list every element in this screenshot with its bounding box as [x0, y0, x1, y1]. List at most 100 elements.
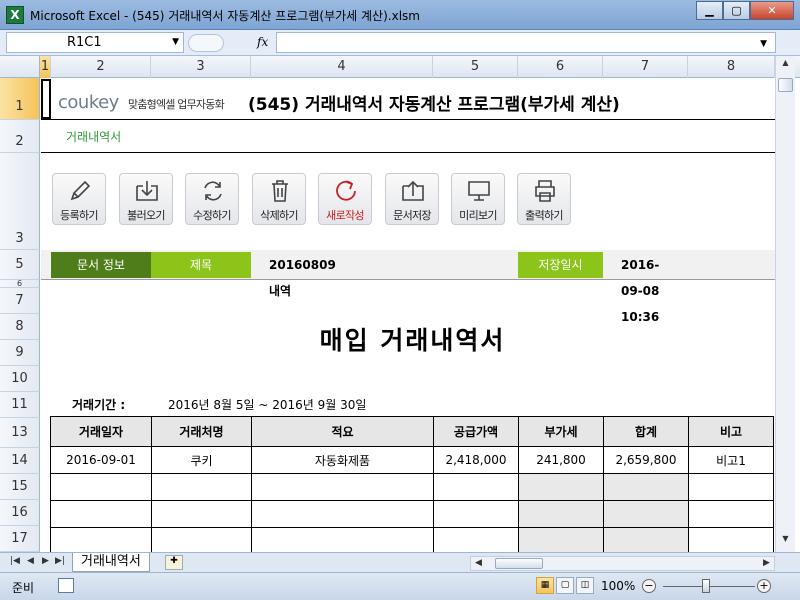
cell[interactable]: [433, 527, 519, 555]
zoom-out-button[interactable]: −: [642, 579, 656, 593]
delete-button[interactable]: 삭제하기: [252, 173, 306, 225]
insert-sheet-icon[interactable]: ✚: [165, 555, 183, 570]
page-break-view-icon[interactable]: ◫: [576, 577, 594, 594]
monitor-icon: [468, 181, 490, 201]
row-header[interactable]: 16: [0, 500, 40, 526]
column-header[interactable]: 5: [433, 56, 518, 78]
formula-input[interactable]: ▼: [276, 32, 776, 53]
row-header[interactable]: 6: [0, 280, 40, 288]
new-button[interactable]: 새로작성: [318, 173, 372, 225]
cell[interactable]: [50, 500, 152, 528]
active-cell[interactable]: [41, 79, 51, 119]
cell[interactable]: [603, 473, 689, 501]
cell[interactable]: [151, 473, 252, 501]
row-header[interactable]: 15: [0, 474, 40, 500]
cell[interactable]: [151, 500, 252, 528]
column-header[interactable]: 8: [688, 56, 775, 78]
maximize-button[interactable]: ▢: [723, 1, 750, 20]
register-button[interactable]: 등록하기: [52, 173, 106, 225]
cell[interactable]: [603, 527, 689, 555]
header-total[interactable]: 합계: [603, 416, 689, 447]
save-document-button[interactable]: 문서저장: [385, 173, 439, 225]
row-header[interactable]: 2: [0, 120, 40, 153]
hscroll-thumb[interactable]: [495, 558, 543, 569]
first-sheet-icon[interactable]: |◀: [10, 556, 20, 566]
column-header[interactable]: 2: [51, 56, 151, 78]
column-header[interactable]: 1: [40, 56, 51, 78]
cell[interactable]: [603, 500, 689, 528]
row-header[interactable]: 1: [0, 78, 40, 120]
column-header[interactable]: 4: [251, 56, 433, 78]
cell[interactable]: [518, 473, 604, 501]
cell-total[interactable]: 2,659,800: [603, 446, 689, 474]
edit-button[interactable]: 수정하기: [185, 173, 239, 225]
name-box[interactable]: R1C1 ▼: [6, 32, 184, 53]
minimize-button[interactable]: ▁: [696, 1, 723, 20]
close-button[interactable]: ✕: [750, 1, 794, 20]
cell[interactable]: [688, 473, 774, 501]
horizontal-scrollbar[interactable]: ◀ ▶: [470, 556, 775, 571]
cell[interactable]: [433, 500, 519, 528]
cell-supply[interactable]: 2,418,000: [433, 446, 519, 474]
scroll-left-icon[interactable]: ◀: [475, 558, 482, 568]
zoom-in-button[interactable]: +: [757, 579, 771, 593]
cell[interactable]: [50, 527, 152, 555]
zoom-level[interactable]: 100%: [601, 579, 635, 593]
column-header[interactable]: 7: [603, 56, 688, 78]
row-header[interactable]: 5: [0, 250, 40, 280]
cell[interactable]: [688, 527, 774, 555]
header-date[interactable]: 거래일자: [50, 416, 152, 447]
cell[interactable]: [151, 527, 252, 555]
chevron-down-icon[interactable]: ▼: [172, 33, 179, 52]
scroll-thumb[interactable]: [778, 78, 793, 92]
cell-vat[interactable]: 241,800: [518, 446, 604, 474]
cell[interactable]: [251, 527, 434, 555]
select-all-corner[interactable]: [0, 56, 40, 78]
row-header[interactable]: 14: [0, 448, 40, 474]
column-header[interactable]: 3: [151, 56, 251, 78]
sheet-tab-active[interactable]: 거래내역서: [72, 553, 150, 572]
cell[interactable]: [50, 473, 152, 501]
row-header[interactable]: 11: [0, 392, 40, 418]
header-note[interactable]: 비고: [688, 416, 774, 447]
cell-note[interactable]: 비고1: [688, 446, 774, 474]
expand-formula-icon[interactable]: ▼: [760, 39, 767, 49]
row-header[interactable]: 3: [0, 153, 40, 250]
row-header[interactable]: 7: [0, 288, 40, 314]
excel-app-icon[interactable]: X: [6, 6, 24, 24]
cell[interactable]: [433, 473, 519, 501]
insert-function-icon[interactable]: fx: [257, 35, 268, 49]
scroll-up-icon[interactable]: ▲: [778, 58, 793, 74]
cell-vendor[interactable]: 쿠키: [151, 446, 252, 474]
header-supply[interactable]: 공급가액: [433, 416, 519, 447]
preview-button[interactable]: 미리보기: [451, 173, 505, 225]
cell[interactable]: [688, 500, 774, 528]
last-sheet-icon[interactable]: ▶|: [55, 556, 65, 566]
scroll-right-icon[interactable]: ▶: [763, 558, 770, 568]
cell[interactable]: [251, 500, 434, 528]
header-description[interactable]: 적요: [251, 416, 434, 447]
record-macro-icon[interactable]: [58, 578, 74, 593]
vertical-scrollbar[interactable]: ▲ ▼: [775, 56, 795, 552]
scroll-down-icon[interactable]: ▼: [778, 534, 793, 550]
header-vat[interactable]: 부가세: [518, 416, 604, 447]
cell[interactable]: [251, 473, 434, 501]
row-header[interactable]: 10: [0, 366, 40, 392]
cell-description[interactable]: 자동화제품: [251, 446, 434, 474]
header-vendor[interactable]: 거래처명: [151, 416, 252, 447]
page-layout-view-icon[interactable]: ▢: [556, 577, 574, 594]
row-header[interactable]: 17: [0, 526, 40, 552]
zoom-slider-thumb[interactable]: [702, 579, 710, 593]
print-button[interactable]: 출력하기: [517, 173, 571, 225]
prev-sheet-icon[interactable]: ◀: [27, 556, 34, 566]
cell[interactable]: [518, 500, 604, 528]
next-sheet-icon[interactable]: ▶: [42, 556, 49, 566]
load-button[interactable]: 불러오기: [119, 173, 173, 225]
column-header[interactable]: 6: [518, 56, 603, 78]
row-header[interactable]: 13: [0, 418, 40, 448]
subject-value[interactable]: 20160809 내역: [269, 252, 336, 298]
cell-date[interactable]: 2016-09-01: [50, 446, 152, 474]
cell[interactable]: [518, 527, 604, 555]
normal-view-icon[interactable]: ▦: [536, 577, 554, 594]
period-value[interactable]: 2016년 8월 5일 ~ 2016년 9월 30일: [168, 396, 366, 413]
